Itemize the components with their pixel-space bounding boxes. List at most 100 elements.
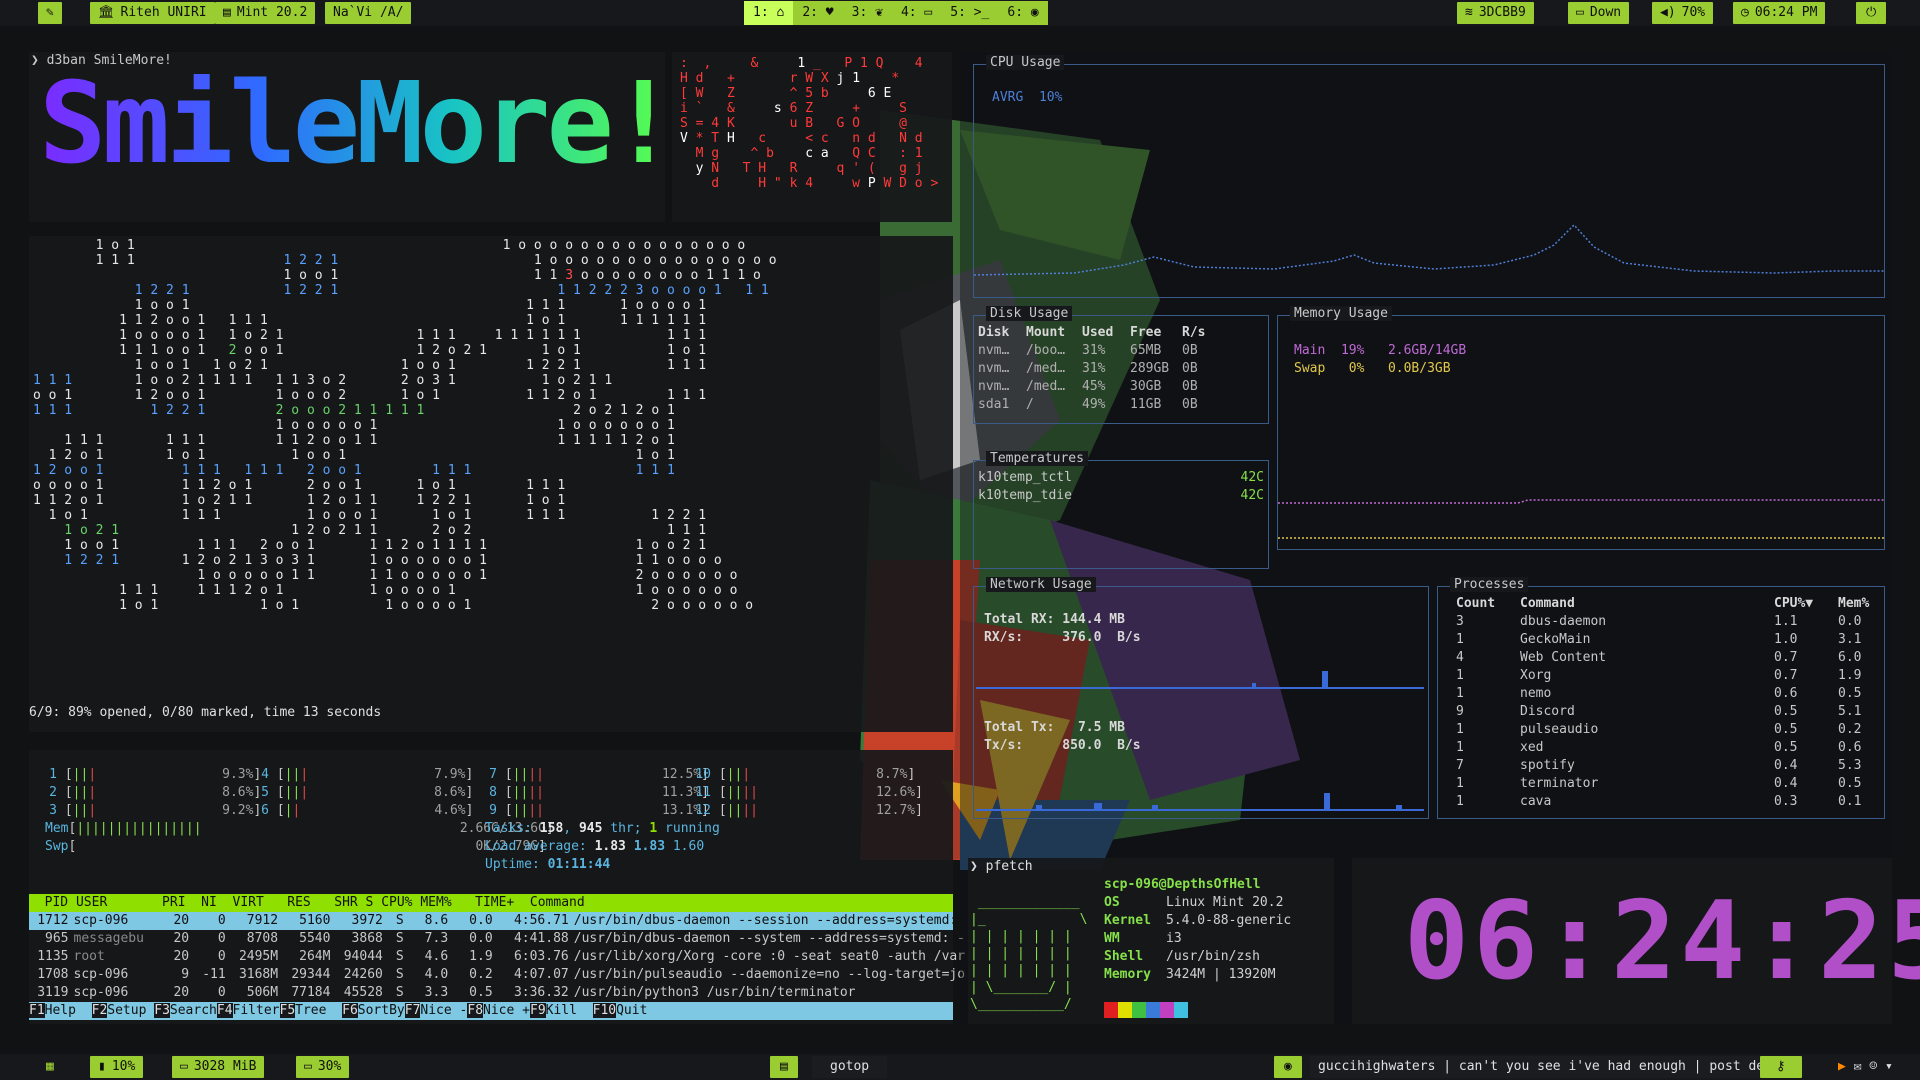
process-list-item[interactable]: 1 Xorg 0.7 1.9 <box>1438 667 1884 685</box>
window-title[interactable]: gotop <box>812 1056 888 1078</box>
discord-icon[interactable]: ☺ <box>1869 1059 1877 1074</box>
bar-item-navi[interactable]: Na`Vi /A/ <box>325 2 412 24</box>
process-list-item[interactable]: 1 xed 0.5 0.6 <box>1438 739 1884 757</box>
cpu-meter-11: 11 [|||| 12.6%] <box>689 784 923 802</box>
workspace-2[interactable]: 2: ♥ <box>793 1 842 25</box>
process-cmd: /usr/bin/dbus-daemon --system --address=… <box>573 931 966 946</box>
binary-rain: 1 o 1 1 o o o o o o o o o o o o o o o 1 … <box>33 238 777 613</box>
matrix-terminal[interactable]: 1 o 1 1 o o o o o o o o o o o o o o o 1 … <box>29 236 953 732</box>
cpu-usage-title: CPU Usage <box>986 55 1065 70</box>
process-list-item[interactable]: 1 nemo 0.6 0.5 <box>1438 685 1884 703</box>
fkey-f9[interactable]: F9 <box>530 1003 546 1018</box>
fkey-f3[interactable]: F3 <box>154 1003 170 1018</box>
fkey-f2[interactable]: F2 <box>91 1003 108 1018</box>
fkey-f8[interactable]: F8 <box>467 1003 484 1018</box>
bar-item-uni[interactable]: 🏛 Riteh UNIRI <box>90 2 215 24</box>
htop-terminal[interactable]: 1 [||| 9.3%] 2 [||| 8.6%] 3 [||| 9.2%] 4 [||| 7… <box>29 750 965 1024</box>
process-cell: 0.5 <box>1838 686 1862 701</box>
process-cell: 0.6 <box>1838 740 1862 755</box>
rx-rate-line: RX/s: 376.0 B/s <box>984 630 1141 645</box>
memory-graph <box>1278 499 1884 539</box>
process-row[interactable]: 1135 root 20 0 2495M 264M 94044 S 4.6 1.9 6:03.76 /… <box>29 948 965 966</box>
fkey-label[interactable]: Search <box>170 1003 217 1018</box>
key-tray-button[interactable]: ⚷ <box>1760 1056 1802 1078</box>
process-pri: 20 <box>173 949 190 964</box>
disk-usage-widget: Disk Usage Disk Mount Used Free R/s nvm… /boo…… <box>973 306 1269 424</box>
bar-item-wifi[interactable]: ≋ 3DCBB9 <box>1457 2 1534 24</box>
process-list-item[interactable]: 1 cava 0.3 0.1 <box>1438 793 1884 811</box>
cpu-number: 5 <box>261 785 269 800</box>
fkey-label[interactable]: Help <box>45 1003 92 1018</box>
fkey-label[interactable]: Filter <box>233 1003 280 1018</box>
fkey-f4[interactable]: F4 <box>216 1003 233 1018</box>
cpu-meter-10: 10 [||| 8.7%] <box>689 766 915 784</box>
fkey-label[interactable]: Tree <box>295 1003 342 1018</box>
process-cell: 1.1 <box>1774 614 1798 629</box>
process-res: 29344 <box>291 967 331 982</box>
card-icon: ▤ <box>223 5 231 20</box>
cpu-indicator[interactable]: ▮ 10% <box>90 1056 144 1078</box>
process-list-item[interactable]: 4 Web Content 0.7 6.0 <box>1438 649 1884 667</box>
process-row[interactable]: 3119 scp-096 20 0 506M 77184 45528 S 3.3 0.5 3:36.… <box>29 984 953 1002</box>
chat-icon[interactable]: ✉ <box>1854 1059 1862 1074</box>
ram-indicator[interactable]: ▭ 3028 MiB <box>172 1056 265 1078</box>
process-row[interactable]: 965 messagebu 20 0 8708 5540 3868 S 7.3 0.0 4:41.8… <box>29 930 965 948</box>
process-list-item[interactable]: 1 GeckoMain 1.0 3.1 <box>1438 631 1884 649</box>
process-list-item[interactable]: 1 terminator 0.4 0.5 <box>1438 775 1884 793</box>
disk-cell: 0B <box>1182 361 1198 376</box>
fkey-label[interactable]: Nice + <box>483 1003 530 1018</box>
fkey-label[interactable]: Setup <box>107 1003 154 1018</box>
process-shr: 3868 <box>351 931 383 946</box>
process-list-item[interactable]: 9 Discord 0.5 5.1 <box>1438 703 1884 721</box>
process-row[interactable]: 1708 scp-096 9 -11 3168M 29344 24260 S 4.0 0.2 4:0… <box>29 966 965 984</box>
process-header-2[interactable]: CPU%▼ <box>1774 595 1813 613</box>
fkey-label[interactable]: SortBy <box>358 1003 405 1018</box>
workspace-1[interactable]: 1: ⌂ <box>744 1 794 25</box>
process-list-item[interactable]: 7 spotify 0.4 5.3 <box>1438 757 1884 775</box>
process-table-header[interactable]: PID USER PRI NI VIRT RES SHR S CPU% MEM%… <box>29 894 953 912</box>
bar-item-clock[interactable]: ◷ 06:24 PM <box>1733 2 1826 24</box>
fkey-f1[interactable]: F1 <box>29 1003 45 1018</box>
now-playing[interactable]: guccihighwaters | can't you see i've had… <box>1310 1056 1796 1078</box>
brush-launcher[interactable]: ✎ <box>38 2 62 24</box>
disk-header-3: Free <box>1130 325 1162 340</box>
battery-indicator[interactable]: ▭ 30% <box>296 1056 350 1078</box>
process-header-0[interactable]: Count <box>1456 595 1495 613</box>
process-shr: 45528 <box>343 985 383 1000</box>
chevron-down-icon[interactable]: ▾ <box>1885 1059 1893 1074</box>
process-mem: 0.0 <box>469 931 493 946</box>
fkey-f5[interactable]: F5 <box>279 1003 296 1018</box>
fkey-f7[interactable]: F7 <box>404 1003 421 1018</box>
fkey-f10[interactable]: F10 <box>592 1003 617 1018</box>
process-list-item[interactable]: 3 dbus-daemon 1.1 0.0 <box>1438 613 1884 631</box>
process-header-1[interactable]: Command <box>1520 595 1575 613</box>
process-cmd: /usr/lib/xorg/Xorg -core :0 -seat seat0 … <box>573 949 966 964</box>
process-user: scp-096 <box>73 967 129 982</box>
figlet-banner: SmileMore! <box>39 59 677 189</box>
process-time: 3:36.32 <box>513 985 569 1000</box>
bar-item-network[interactable]: ▭ Down <box>1568 2 1630 24</box>
workspace-5[interactable]: 5: >_ <box>941 1 998 25</box>
pfetch-terminal[interactable]: ❯ pfetch _____________ |_ \ | | | | | | | |… <box>968 858 1334 1024</box>
process-row[interactable]: 1712 scp-096 20 0 7912 5160 3972 S 8.6 0.0 4:56.71… <box>29 912 957 930</box>
fkey-f6[interactable]: F6 <box>342 1003 358 1018</box>
clock-terminal[interactable]: 06:24:25 <box>1352 858 1920 1024</box>
app-grid-button[interactable]: ▦ <box>38 1056 62 1078</box>
process-list-item[interactable]: 1 pulseaudio 0.5 0.2 <box>1438 721 1884 739</box>
fkey-label[interactable]: Kill <box>546 1003 593 1018</box>
fkey-label[interactable]: Nice - <box>420 1003 467 1018</box>
process-header-3[interactable]: Mem% <box>1838 595 1869 613</box>
bar-item-volume[interactable]: ◀) 70% <box>1652 2 1714 24</box>
figlet-terminal[interactable]: ❯ d3ban SmileMore! SmileMore! <box>29 52 677 222</box>
fkey-label[interactable]: Quit <box>616 1003 647 1018</box>
vlc-icon[interactable]: ▶ <box>1838 1059 1846 1074</box>
workspace-6[interactable]: 6: ◉ <box>998 1 1047 25</box>
process-pid: 1135 <box>37 949 69 964</box>
workspace-3[interactable]: 3: ❦ <box>843 1 892 25</box>
workspace-4[interactable]: 4: ▭ <box>892 1 941 25</box>
process-cell: 0.5 <box>1774 704 1798 719</box>
cpu-bar-user: || <box>72 785 89 800</box>
bar-item-os[interactable]: ▤ Mint 20.2 <box>215 2 316 24</box>
cmatrix-terminal[interactable]: : , & 1 _ P 1 Q 4 H d + r W X j 1 * [ W … <box>672 52 952 222</box>
power-button[interactable]: ⏻ <box>1856 2 1887 24</box>
